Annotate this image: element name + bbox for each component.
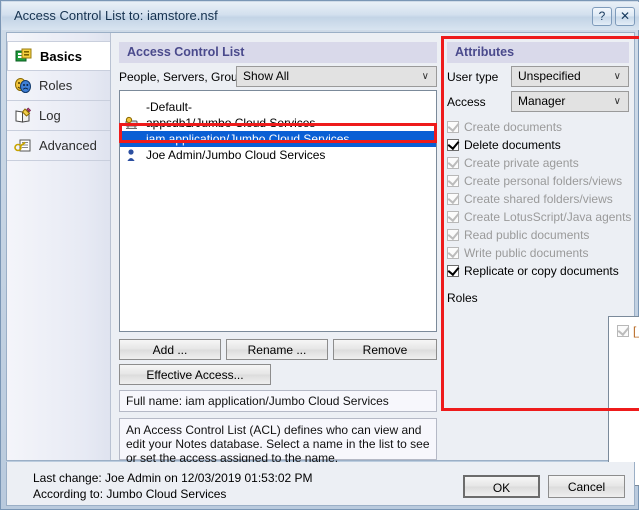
permission-label: Replicate or copy documents [464,264,619,278]
chevron-down-icon: ∨ [421,71,429,82]
sidebar-item-log[interactable]: Log [7,101,110,131]
checkbox-checked-icon[interactable] [447,263,460,277]
acl-entries-list[interactable]: -Default- appsdb1/Jumbo Cloud Services i… [119,90,437,332]
checkbox-checked-icon [447,119,460,133]
according-to-text: According to: Jumbo Cloud Services [33,487,227,501]
list-item[interactable]: Joe Admin/Jumbo Cloud Services [120,147,436,163]
permission-label: Write public documents [464,246,589,260]
acl-entry-name: -Default- [146,100,193,114]
permission-create-documents[interactable]: Create documents [447,119,562,136]
person-icon [125,148,140,162]
sidebar-item-label: Basics [40,48,82,64]
access-value: Manager [518,94,566,108]
permission-label: Read public documents [464,228,590,242]
sidebar-item-label: Log [39,108,61,123]
close-icon[interactable]: ✕ [615,7,635,26]
roles-list[interactable]: [_ReadAllItems] [608,316,639,486]
acl-section-header: Access Control List [119,42,437,63]
main-panel: Access Control List People, Servers, Gro… [111,33,639,486]
checkbox-checked-icon [447,173,460,187]
acl-entry-name: iam application/Jumbo Cloud Services [146,132,350,146]
last-change-text: Last change: Joe Admin on 12/03/2019 01:… [33,471,313,485]
permission-label: Create shared folders/views [464,192,613,206]
effective-access-button[interactable]: Effective Access... [119,364,271,385]
filter-label: People, Servers, Groups [119,70,251,84]
sidebar-item-roles[interactable]: Roles [7,71,110,101]
user-type-select[interactable]: Unspecified ∨ [511,66,629,87]
permission-label: Create documents [464,120,563,134]
ok-button[interactable]: OK [463,475,540,498]
checkbox-checked-icon [447,245,460,259]
filter-value: Show All [243,69,290,83]
acl-entry-name: Joe Admin/Jumbo Cloud Services [146,148,326,162]
dialog-footer: Last change: Joe Admin on 12/03/2019 01:… [6,462,635,506]
permission-delete-documents[interactable]: Delete documents [447,137,561,154]
advanced-icon [14,137,32,155]
window-title: Access Control List to: iamstore.nsf [14,8,218,23]
role-label: [_ReadAllItems] [633,324,639,338]
roles-label: Roles [447,291,478,305]
acl-description-text: An Access Control List (ACL) defines who… [119,418,437,465]
acl-entry-name: appsdb1/Jumbo Cloud Services [146,116,316,130]
permission-label: Create private agents [464,156,579,170]
acl-dialog-window: Access Control List to: iamstore.nsf ? ✕ [0,0,639,510]
permission-replicate-or-copy-documents[interactable]: Replicate or copy documents [447,263,619,280]
list-item-selected[interactable]: iam application/Jumbo Cloud Services [120,131,436,147]
sidebar-item-basics[interactable]: Basics [7,41,110,71]
checkbox-checked-icon [447,191,460,205]
permission-create-personal-folders-views[interactable]: Create personal folders/views [447,173,622,190]
help-icon[interactable]: ? [592,7,612,26]
permission-label: Create personal folders/views [464,174,623,188]
title-bar: Access Control List to: iamstore.nsf ? ✕ [2,2,639,30]
permission-create-shared-folders-views[interactable]: Create shared folders/views [447,191,613,208]
permission-label: Delete documents [464,138,561,152]
list-item[interactable]: appsdb1/Jumbo Cloud Services [120,115,436,131]
permission-create-lotusscript-java-agents[interactable]: Create LotusScript/Java agents [447,209,631,226]
permission-read-public-documents[interactable]: Read public documents [447,227,589,244]
checkbox-checked-icon [617,323,630,337]
user-type-value: Unspecified [518,69,581,83]
list-item[interactable]: -Default- [120,99,436,115]
roles-icon [14,77,32,95]
checkbox-checked-icon [447,155,460,169]
sidebar-item-label: Roles [39,78,73,93]
checkbox-checked-icon[interactable] [447,137,460,151]
remove-button[interactable]: Remove [333,339,437,360]
checkbox-checked-icon [447,209,460,223]
cancel-button[interactable]: Cancel [548,475,625,498]
dialog-client-area: Basics Roles Log Advanced Access Control… [6,32,639,486]
permission-create-private-agents[interactable]: Create private agents [447,155,579,172]
basics-icon [15,47,33,65]
permission-write-public-documents[interactable]: Write public documents [447,245,589,262]
user-type-label: User type [447,70,499,84]
permission-label: Create LotusScript/Java agents [464,210,632,224]
full-name-field: Full name: iam application/Jumbo Cloud S… [119,390,437,412]
chevron-down-icon: ∨ [613,96,621,107]
attributes-section-header: Attributes [447,42,629,63]
server-icon [125,116,140,130]
sidebar-item-advanced[interactable]: Advanced [7,131,110,161]
rename-button[interactable]: Rename ... [226,339,328,360]
add-button[interactable]: Add ... [119,339,221,360]
access-label: Access [447,95,486,109]
list-item[interactable]: [_ReadAllItems] [609,323,639,339]
people-servers-groups-select[interactable]: Show All ∨ [236,66,437,87]
log-icon [14,106,32,125]
chevron-down-icon: ∨ [613,71,621,82]
sidebar: Basics Roles Log Advanced [7,33,111,460]
sidebar-item-label: Advanced [39,138,97,153]
access-select[interactable]: Manager ∨ [511,91,629,112]
checkbox-checked-icon [447,227,460,241]
